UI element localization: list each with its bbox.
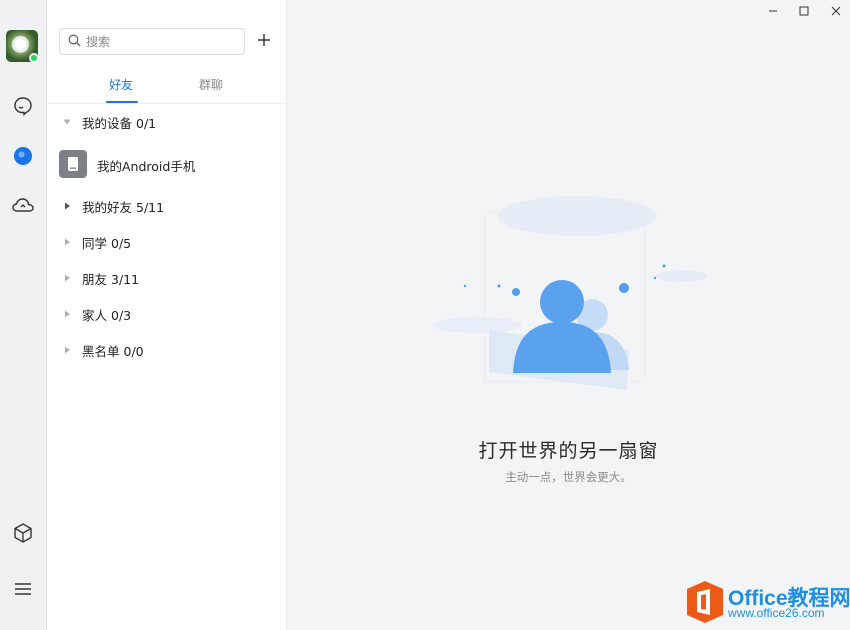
nav-rail: [0, 0, 47, 630]
tab-groups[interactable]: 群聊: [199, 76, 223, 93]
expand-arrow-icon: [63, 202, 71, 210]
search-input[interactable]: [86, 34, 236, 49]
empty-state-illustration: [432, 196, 708, 390]
contacts-icon[interactable]: [11, 144, 35, 168]
chat-icon[interactable]: [11, 94, 35, 118]
group-row-friends[interactable]: 朋友 3/11: [47, 263, 287, 293]
close-button[interactable]: [827, 2, 845, 20]
active-tab-indicator: [106, 101, 138, 103]
group-row-classmates[interactable]: 同学 0/5: [47, 227, 287, 257]
phone-icon: [59, 150, 87, 178]
minimize-icon: [769, 10, 777, 12]
plus-icon: [257, 32, 271, 51]
expand-arrow-icon: [63, 274, 71, 282]
expand-arrow-icon: [63, 310, 71, 318]
group-label: 我的好友 5/11: [82, 199, 165, 215]
watermark-url: www.office26.com: [728, 606, 825, 620]
maximize-icon: [799, 6, 809, 16]
device-name: 我的Android手机: [97, 159, 196, 174]
minimize-button[interactable]: [764, 2, 782, 20]
group-label: 同学 0/5: [82, 235, 132, 251]
group-row-blacklist[interactable]: 黑名单 0/0: [47, 335, 287, 365]
tab-friends[interactable]: 好友: [109, 76, 133, 93]
group-label: 朋友 3/11: [82, 271, 140, 287]
expand-arrow-icon: [63, 346, 71, 354]
maximize-button[interactable]: [795, 2, 813, 20]
group-label: 家人 0/3: [82, 307, 132, 323]
add-button[interactable]: [254, 31, 274, 51]
online-status-dot: [29, 53, 39, 63]
collapse-arrow-icon: [63, 118, 71, 126]
empty-state-subtitle: 主动一点，世界会更大。: [505, 470, 632, 484]
close-icon: [831, 6, 841, 16]
cube-icon[interactable]: [11, 521, 35, 545]
group-row-my-devices[interactable]: 我的设备 0/1: [47, 107, 287, 137]
office-logo-icon: [687, 581, 723, 623]
group-label: 黑名单 0/0: [82, 343, 144, 359]
device-item[interactable]: 我的Android手机: [47, 145, 287, 183]
search-box[interactable]: [59, 28, 245, 55]
empty-state-title: 打开世界的另一扇窗: [478, 440, 659, 462]
menu-icon[interactable]: [11, 577, 35, 601]
contacts-panel: 好友 群聊 我的设备 0/1 我的Android手机 我的好友 5/11 同学 …: [47, 0, 287, 630]
group-label: 我的设备 0/1: [82, 115, 157, 131]
tab-bar: 好友 群聊: [47, 72, 287, 104]
main-area: 打开世界的另一扇窗 主动一点，世界会更大。: [287, 0, 850, 630]
group-row-family[interactable]: 家人 0/3: [47, 299, 287, 329]
search-icon: [68, 32, 81, 51]
watermark: Office教程网 www.office26.com: [686, 580, 850, 626]
group-row-my-friends[interactable]: 我的好友 5/11: [47, 191, 287, 221]
expand-arrow-icon: [63, 238, 71, 246]
cloud-icon[interactable]: [11, 194, 35, 218]
